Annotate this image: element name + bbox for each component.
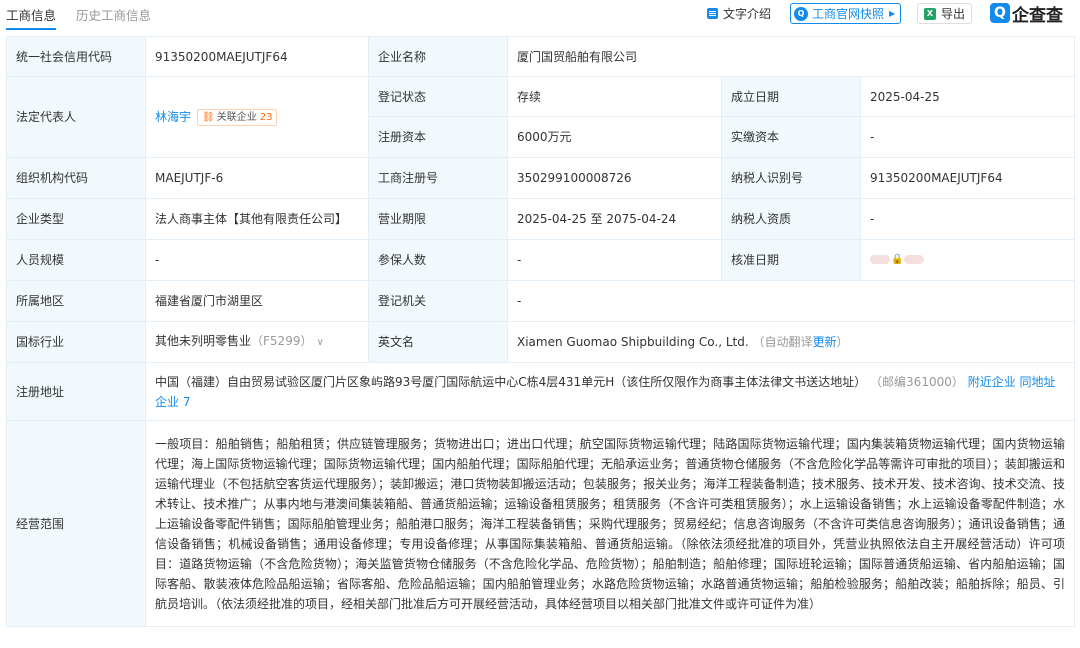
english-name-cell: Xiamen Guomao Shipbuilding Co., Ltd. （自动… [506,321,1076,363]
biz-reg-no-label: 工商注册号 [368,157,508,199]
taxpayer-qual-value: - [859,198,1076,240]
legal-rep-label: 法定代表人 [6,76,146,158]
biz-scope-value: 一般项目：船舶销售；船舶租赁；供应链管理服务；货物进出口；进出口代理；航空国际货… [144,420,1076,627]
staff-size-label: 人员规模 [6,239,146,281]
auto-translate-note: （自动翻译 [752,335,813,349]
paid-capital-label: 实缴资本 [721,116,861,158]
reg-address-label: 注册地址 [6,362,146,421]
official-snapshot-button[interactable]: Q 工商官网快照 ▶ [790,3,902,24]
legal-rep-link[interactable]: 林海宇 [155,110,191,124]
vip-locked-value[interactable]: 🔒 [870,250,925,270]
taxpayer-id-label: 纳税人识别号 [721,157,861,199]
taxpayer-id-value: 91350200MAEJUTJF64 [859,157,1076,199]
related-companies-label: 关联企业 [216,112,257,123]
blurred-value [870,255,890,265]
table-row: 经营范围 一般项目：船舶销售；船舶租赁；供应链管理服务；货物进出口；进出口代理；… [6,420,1076,627]
chevron-down-icon[interactable]: ∨ [316,337,323,348]
taxpayer-qual-label: 纳税人资质 [721,198,861,240]
reg-authority-value: - [506,280,1076,322]
qcc-logo-icon: Q [794,6,808,21]
biz-term-label: 营业期限 [368,198,508,240]
approval-date-value[interactable]: 🔒 [859,239,1076,281]
related-network-icon: ⛓ [202,112,215,123]
export-label: 导出 [941,7,966,21]
reg-address-cell: 中国（福建）自由贸易试验区厦门片区象屿路93号厦门国际航运中心C栋4层431单元… [144,362,1076,421]
nearby-companies-link[interactable]: 附近企业 [968,375,1016,389]
lock-icon: 🔒 [891,253,904,265]
related-companies-badge[interactable]: ⛓ 关联企业 23 [197,109,278,126]
est-date-label: 成立日期 [721,76,861,117]
table-row: 企业类型 法人商事主体【其他有限责任公司】 营业期限 2025-04-25 至 … [6,198,1076,240]
legal-rep-cell: 林海宇 ⛓ 关联企业 23 [145,76,369,158]
blurred-value [904,255,925,265]
credit-code-value: 91350200MAEJUTJF64 [145,36,369,77]
est-date-value: 2025-04-25 [859,76,1076,117]
english-name-label: 英文名 [368,321,508,363]
org-code-label: 组织机构代码 [6,157,146,199]
biz-scope-label: 经营范围 [6,420,146,627]
company-name-value: 厦门国贸船舶有限公司 [506,36,1076,77]
table-row: 注册地址 中国（福建）自由贸易试验区厦门片区象屿路93号厦门国际航运中心C栋4层… [6,362,1076,421]
tab-history-business-info[interactable]: 历史工商信息 [76,5,151,24]
credit-code-label: 统一社会信用代码 [6,36,146,77]
industry-code: （F5299） [251,334,313,348]
english-name-value: Xiamen Guomao Shipbuilding Co., Ltd. [517,335,749,349]
text-intro-label: 文字介绍 [723,7,772,21]
paid-capital-value: - [859,116,1076,158]
table-row: 所属地区 福建省厦门市湖里区 登记机关 - [6,280,1076,322]
company-type-value: 法人商事主体【其他有限责任公司】 [145,198,369,240]
brand-logo: Q 企查查 [990,2,1063,26]
export-button[interactable]: X 导出 [917,3,973,24]
excel-icon: X [924,7,936,20]
approval-date-label: 核准日期 [721,239,861,281]
company-name-label: 企业名称 [368,36,508,77]
reg-status-value: 存续 [507,76,722,117]
document-icon [707,8,718,19]
reg-capital-value: 6000万元 [507,116,722,158]
table-row: 国标行业 其他未列明零售业（F5299） ∨ 英文名 Xiamen Guomao … [6,321,1076,363]
biz-term-value: 2025-04-25 至 2075-04-24 [507,198,722,240]
brand-name: 企查查 [1012,5,1063,26]
reg-address-value: 中国（福建）自由贸易试验区厦门片区象屿路93号厦门国际航运中心C栋4层431单元… [155,374,867,389]
org-code-value: MAEJUTJF-6 [145,157,369,199]
industry-value: 其他未列明零售业 [155,334,252,348]
table-row: 法定代表人 林海宇 ⛓ 关联企业 23 登记状态 存续 成立日期 2025-04-25 [6,76,1076,158]
insured-label: 参保人数 [368,239,508,281]
table-row: 组织机构代码 MAEJUTJF-6 工商注册号 350299100008726 … [6,157,1076,199]
staff-size-value: - [145,239,369,281]
reg-capital-label: 注册资本 [368,116,508,158]
biz-reg-no-value: 350299100008726 [507,157,722,199]
play-triangle-icon: ▶ [889,9,896,18]
text-intro-button[interactable]: 文字介绍 [707,3,771,24]
related-companies-count: 23 [259,112,273,123]
reg-authority-label: 登记机关 [368,280,508,322]
business-info-table: 统一社会信用代码 91350200MAEJUTJF64 企业名称 厦门国贸船舶有… [6,36,1076,627]
brand-logo-icon: Q [990,3,1010,23]
insured-value: - [507,239,722,281]
auto-translate-close: ） [836,335,849,349]
table-row: 人员规模 - 参保人数 - 核准日期 🔒 [6,239,1076,281]
official-snapshot-label: 工商官网快照 [812,7,885,21]
industry-label: 国标行业 [6,321,146,363]
region-value: 福建省厦门市湖里区 [145,280,369,322]
tab-business-info[interactable]: 工商信息 [6,5,57,30]
top-bar: 工商信息 历史工商信息 文字介绍 Q 工商官网快照 ▶ X 导出 Q 企查查 [0,0,1080,30]
company-type-label: 企业类型 [6,198,146,240]
postcode-value: （邮编361000） [870,374,964,389]
industry-cell[interactable]: 其他未列明零售业（F5299） ∨ [145,321,369,363]
update-translation-link[interactable]: 更新 [813,335,837,349]
reg-status-label: 登记状态 [368,76,508,117]
table-row: 统一社会信用代码 91350200MAEJUTJF64 企业名称 厦门国贸船舶有… [6,36,1076,77]
region-label: 所属地区 [6,280,146,322]
